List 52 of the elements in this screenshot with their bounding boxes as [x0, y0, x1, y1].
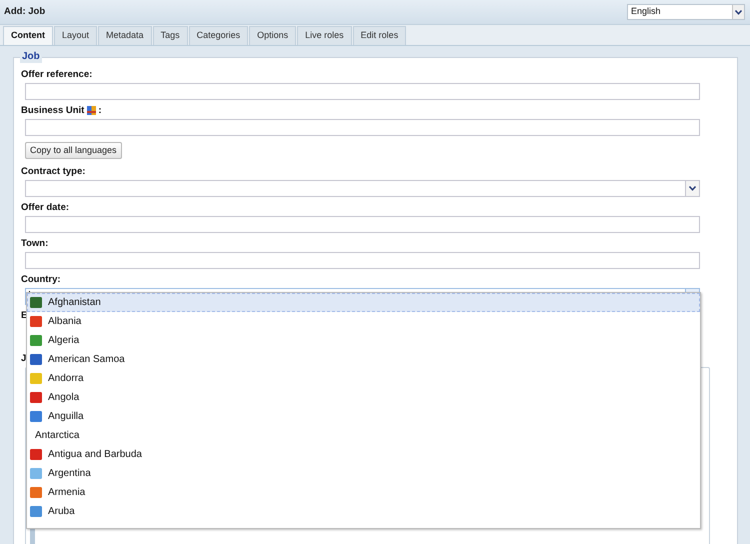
- language-select[interactable]: English: [627, 4, 745, 20]
- select-field[interactable]: [25, 180, 700, 197]
- field-label: Offer reference:: [21, 70, 92, 80]
- option-label: Algeria: [48, 334, 80, 348]
- tab[interactable]: Metadata: [98, 26, 152, 45]
- tab[interactable]: Categories: [188, 26, 248, 45]
- text-field[interactable]: [25, 119, 700, 136]
- dropdown-option[interactable]: Afghanistan: [27, 293, 700, 312]
- option-label: Andorra: [48, 372, 84, 386]
- text-field[interactable]: [25, 252, 700, 269]
- fieldset-legend: Job: [20, 51, 42, 63]
- tab[interactable]: Edit roles: [352, 26, 406, 45]
- option-label: Antarctica: [34, 429, 80, 443]
- dropdown-option[interactable]: Antigua and Barbuda: [27, 445, 700, 464]
- option-label: Anguilla: [48, 410, 84, 424]
- dropdown-option[interactable]: Algeria: [27, 331, 700, 350]
- dropdown-option[interactable]: Aruba: [27, 502, 700, 521]
- option-label: Armenia: [48, 486, 86, 500]
- caret-icon: [735, 10, 742, 14]
- field-label: Business Unit: [21, 106, 84, 116]
- field-label: Offer date:: [21, 202, 70, 212]
- window-title: Add: Job: [4, 4, 46, 19]
- copy-button[interactable]: Copy to all languages: [25, 142, 122, 160]
- text-field[interactable]: [25, 83, 700, 100]
- dropdown-option[interactable]: American Samoa: [27, 350, 700, 369]
- dropdown-option[interactable]: Angola: [27, 388, 700, 407]
- tab[interactable]: Layout: [54, 26, 98, 45]
- option-label: Albania: [48, 315, 82, 329]
- option-label: Afghanistan: [48, 296, 101, 310]
- option-label: Angola: [48, 391, 80, 405]
- option-label: Aruba: [48, 505, 75, 519]
- tab[interactable]: Content: [3, 26, 53, 45]
- dropdown-button[interactable]: [685, 181, 699, 196]
- dropdown-option[interactable]: Andorra: [27, 369, 700, 388]
- field-label: Country:: [21, 274, 61, 284]
- text-field[interactable]: [25, 216, 700, 233]
- dropdown-option[interactable]: Argentina: [27, 464, 700, 483]
- dropdown-option[interactable]: Albania: [27, 312, 700, 331]
- tab[interactable]: Tags: [152, 26, 188, 45]
- tab[interactable]: Options: [249, 26, 296, 45]
- field-label: Contract type:: [21, 166, 86, 176]
- option-label: Antigua and Barbuda: [48, 448, 142, 462]
- dropdown-option[interactable]: Armenia: [27, 483, 700, 502]
- dropdown-option[interactable]: Antarctica: [27, 426, 700, 445]
- dropdown-option[interactable]: Anguilla: [27, 407, 700, 426]
- field-label: J: [21, 354, 26, 364]
- option-label: American Samoa: [48, 353, 125, 367]
- label-colon: :: [98, 106, 102, 116]
- option-label: Argentina: [48, 467, 91, 481]
- tab[interactable]: Live roles: [297, 26, 352, 45]
- caret-icon: [689, 186, 696, 191]
- field-label: Town:: [21, 238, 48, 248]
